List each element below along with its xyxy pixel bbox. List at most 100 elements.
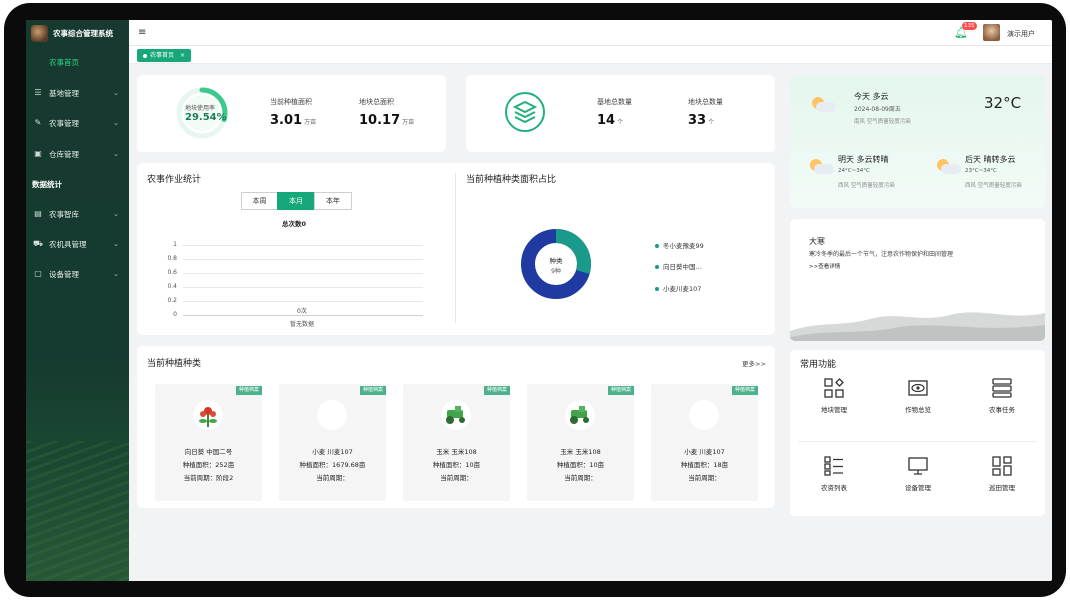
tab-home[interactable]: 农事首页 × [137, 49, 191, 62]
solar-term-text: 寒冷冬季的最后一个节气，注意农作物保护和田间管理 [809, 251, 954, 258]
planting-area-value: 3.01 万亩 [270, 113, 317, 128]
fn-device-management[interactable]: 设备管理 [878, 456, 958, 492]
home-icon [33, 57, 43, 67]
crop-period: 当前周期：阶段2 [183, 474, 234, 482]
crop-share-title: 当前种植种类面积占比 [466, 175, 557, 185]
crop-card[interactable]: 种植档案 向日葵 中国二号 种植面积：252亩 当前周期：阶段2 [155, 384, 262, 501]
base-count-value: 14 个 [597, 113, 624, 128]
crop-card[interactable]: 种植档案 玉米 玉米108 种植面积：10亩 当前周期： [527, 384, 634, 501]
mountain-art [790, 312, 1045, 341]
app-screen: 农事综合管理系统 农事首页 ☰ 基地管理 ⌄ ✎ 农事管理 ⌄ ▣ 仓库管理 ⌄… [26, 20, 1052, 581]
more-link[interactable]: 更多>> [742, 358, 766, 368]
sidebar-item-warehouse[interactable]: ▣ 仓库管理 ⌄ [26, 142, 129, 166]
tab-dot [143, 53, 147, 58]
sidebar-item-label: 基地管理 [49, 88, 79, 98]
sidebar-item-label: 农事首页 [49, 57, 79, 67]
period-month-button[interactable]: 本月 [277, 192, 315, 210]
sidebar-item-home[interactable]: 农事首页 [26, 50, 129, 74]
legend-item: 冬小麦豫麦99 [655, 240, 704, 250]
archive-ribbon: 种植档案 [731, 386, 758, 395]
sidebar-item-farming[interactable]: ✎ 农事管理 ⌄ [26, 111, 129, 135]
plot-area-label: 地块总面积 [359, 98, 394, 106]
chevron-down-icon: ⌄ [113, 240, 119, 248]
crops-title: 当前种植种类 [147, 359, 202, 369]
crop-period: 当前周期： [316, 474, 349, 482]
crop-area: 种植面积：1679.68亩 [299, 461, 366, 469]
usage-label: 地块使用率 [185, 105, 216, 112]
crop-name: 玉米 玉米108 [560, 448, 601, 456]
x-axis-line [183, 315, 423, 316]
donut-center-title: 种类 [549, 257, 563, 265]
eye-icon [908, 380, 928, 396]
weather-today: 今天 多云 [854, 92, 889, 101]
sidebar-item-label: 设备管理 [49, 269, 79, 279]
sidebar-item-machinery[interactable]: ⛟ 农机具管理 ⌄ [26, 232, 129, 256]
archive-ribbon: 种植档案 [607, 386, 634, 395]
crop-period: 当前周期： [688, 474, 721, 482]
solar-term-link[interactable]: >>查看详情 [809, 262, 840, 270]
y-tick: 1 [173, 241, 177, 248]
functions-card: 常用功能 地块管理 作物总览 农事任务 农资列表 设备管理 巡田管理 [790, 350, 1045, 516]
tablet-frame: 农事综合管理系统 农事首页 ☰ 基地管理 ⌄ ✎ 农事管理 ⌄ ▣ 仓库管理 ⌄… [4, 3, 1066, 597]
archive-ribbon: 种植档案 [483, 386, 510, 395]
sunny-cloud-icon [937, 159, 961, 174]
monitor-icon [908, 457, 928, 475]
period-year-button[interactable]: 本年 [314, 192, 352, 210]
crop-name: 小麦 川麦107 [312, 448, 353, 456]
y-tick: 0 [173, 311, 177, 318]
crop-area: 种植面积：10亩 [556, 461, 605, 469]
sunflower-icon [193, 400, 223, 430]
crop-name: 向日葵 中国二号 [184, 448, 233, 456]
avatar[interactable] [983, 24, 1000, 41]
fn-supplies-list[interactable]: 农资列表 [794, 456, 874, 492]
tab-close-icon[interactable]: × [180, 52, 185, 59]
crop-card[interactable]: 种植档案 小麦 川麦107 种植面积：1679.68亩 当前周期： [279, 384, 386, 501]
weather-tomorrow-range: 24°C~34°C [838, 168, 870, 174]
sidebar-item-base[interactable]: ☰ 基地管理 ⌄ [26, 81, 129, 105]
fn-plot-management[interactable]: 地块管理 [794, 378, 874, 414]
tractor-icon [565, 400, 595, 430]
tiles-icon [992, 456, 1012, 476]
fn-label: 巡田管理 [989, 484, 1015, 492]
user-name[interactable]: 演示用户 [1007, 29, 1035, 39]
sidebar: 农事综合管理系统 农事首页 ☰ 基地管理 ⌄ ✎ 农事管理 ⌄ ▣ 仓库管理 ⌄… [26, 20, 129, 581]
fn-label: 设备管理 [905, 484, 931, 492]
functions-title: 常用功能 [800, 360, 837, 370]
y-tick: 0.6 [167, 269, 177, 276]
weather-tomorrow: 明天 多云转晴 [838, 155, 889, 164]
crops-card: 当前种植种类 更多>> 种植档案 向日葵 中国二号 种植面积：252亩 当前周期… [137, 346, 775, 508]
task-list-icon [992, 378, 1012, 398]
tractor-icon: ⛟ [33, 239, 44, 248]
usage-value: 29.54% [185, 112, 227, 123]
fn-label: 作物总览 [905, 406, 931, 414]
period-week-button[interactable]: 本周 [241, 192, 278, 210]
sidebar-item-label: 农事管理 [49, 118, 79, 128]
weather-after-wind: 西风 空气质量轻度污染 [965, 183, 1022, 189]
fn-crop-overview[interactable]: 作物总览 [878, 378, 958, 414]
weather-after: 后天 晴转多云 [965, 155, 1016, 164]
fn-field-patrol[interactable]: 巡田管理 [962, 456, 1042, 492]
edit-doc-icon: ✎ [34, 118, 42, 127]
plot-area-value: 10.17 万亩 [359, 113, 415, 128]
sidebar-item-library[interactable]: ▤ 农事智库 ⌄ [26, 202, 129, 226]
crop-card[interactable]: 种植档案 玉米 玉米108 种植面积：10亩 当前周期： [403, 384, 510, 501]
tractor-icon [441, 400, 471, 430]
menu-toggle-icon[interactable]: ≡ [138, 28, 146, 38]
plot-count-label: 地块总数量 [688, 98, 723, 106]
sidebar-item-devices[interactable]: ▢ 设备管理 ⌄ [26, 262, 129, 286]
x-tick-label: 暂无数据 [290, 321, 315, 328]
device-icon: ▢ [34, 269, 42, 278]
sidebar-section-stats[interactable]: 数据统计 [32, 179, 62, 190]
fn-label: 地块管理 [821, 406, 847, 414]
sidebar-item-label: 仓库管理 [49, 149, 79, 159]
fn-farming-task[interactable]: 农事任务 [962, 378, 1042, 414]
archive-ribbon: 种植档案 [359, 386, 386, 395]
book-icon: ▤ [34, 209, 42, 218]
layers-icon [505, 92, 545, 132]
fn-label: 农资列表 [821, 484, 847, 492]
weather-tomorrow-wind: 西风 空气质量轻度污染 [838, 183, 895, 189]
crop-card[interactable]: 种植档案 小麦 川麦107 种植面积：18亩 当前周期： [651, 384, 758, 501]
crop-name: 玉米 玉米108 [436, 448, 477, 456]
blank-icon [689, 400, 719, 430]
chevron-down-icon: ⌄ [113, 89, 119, 97]
